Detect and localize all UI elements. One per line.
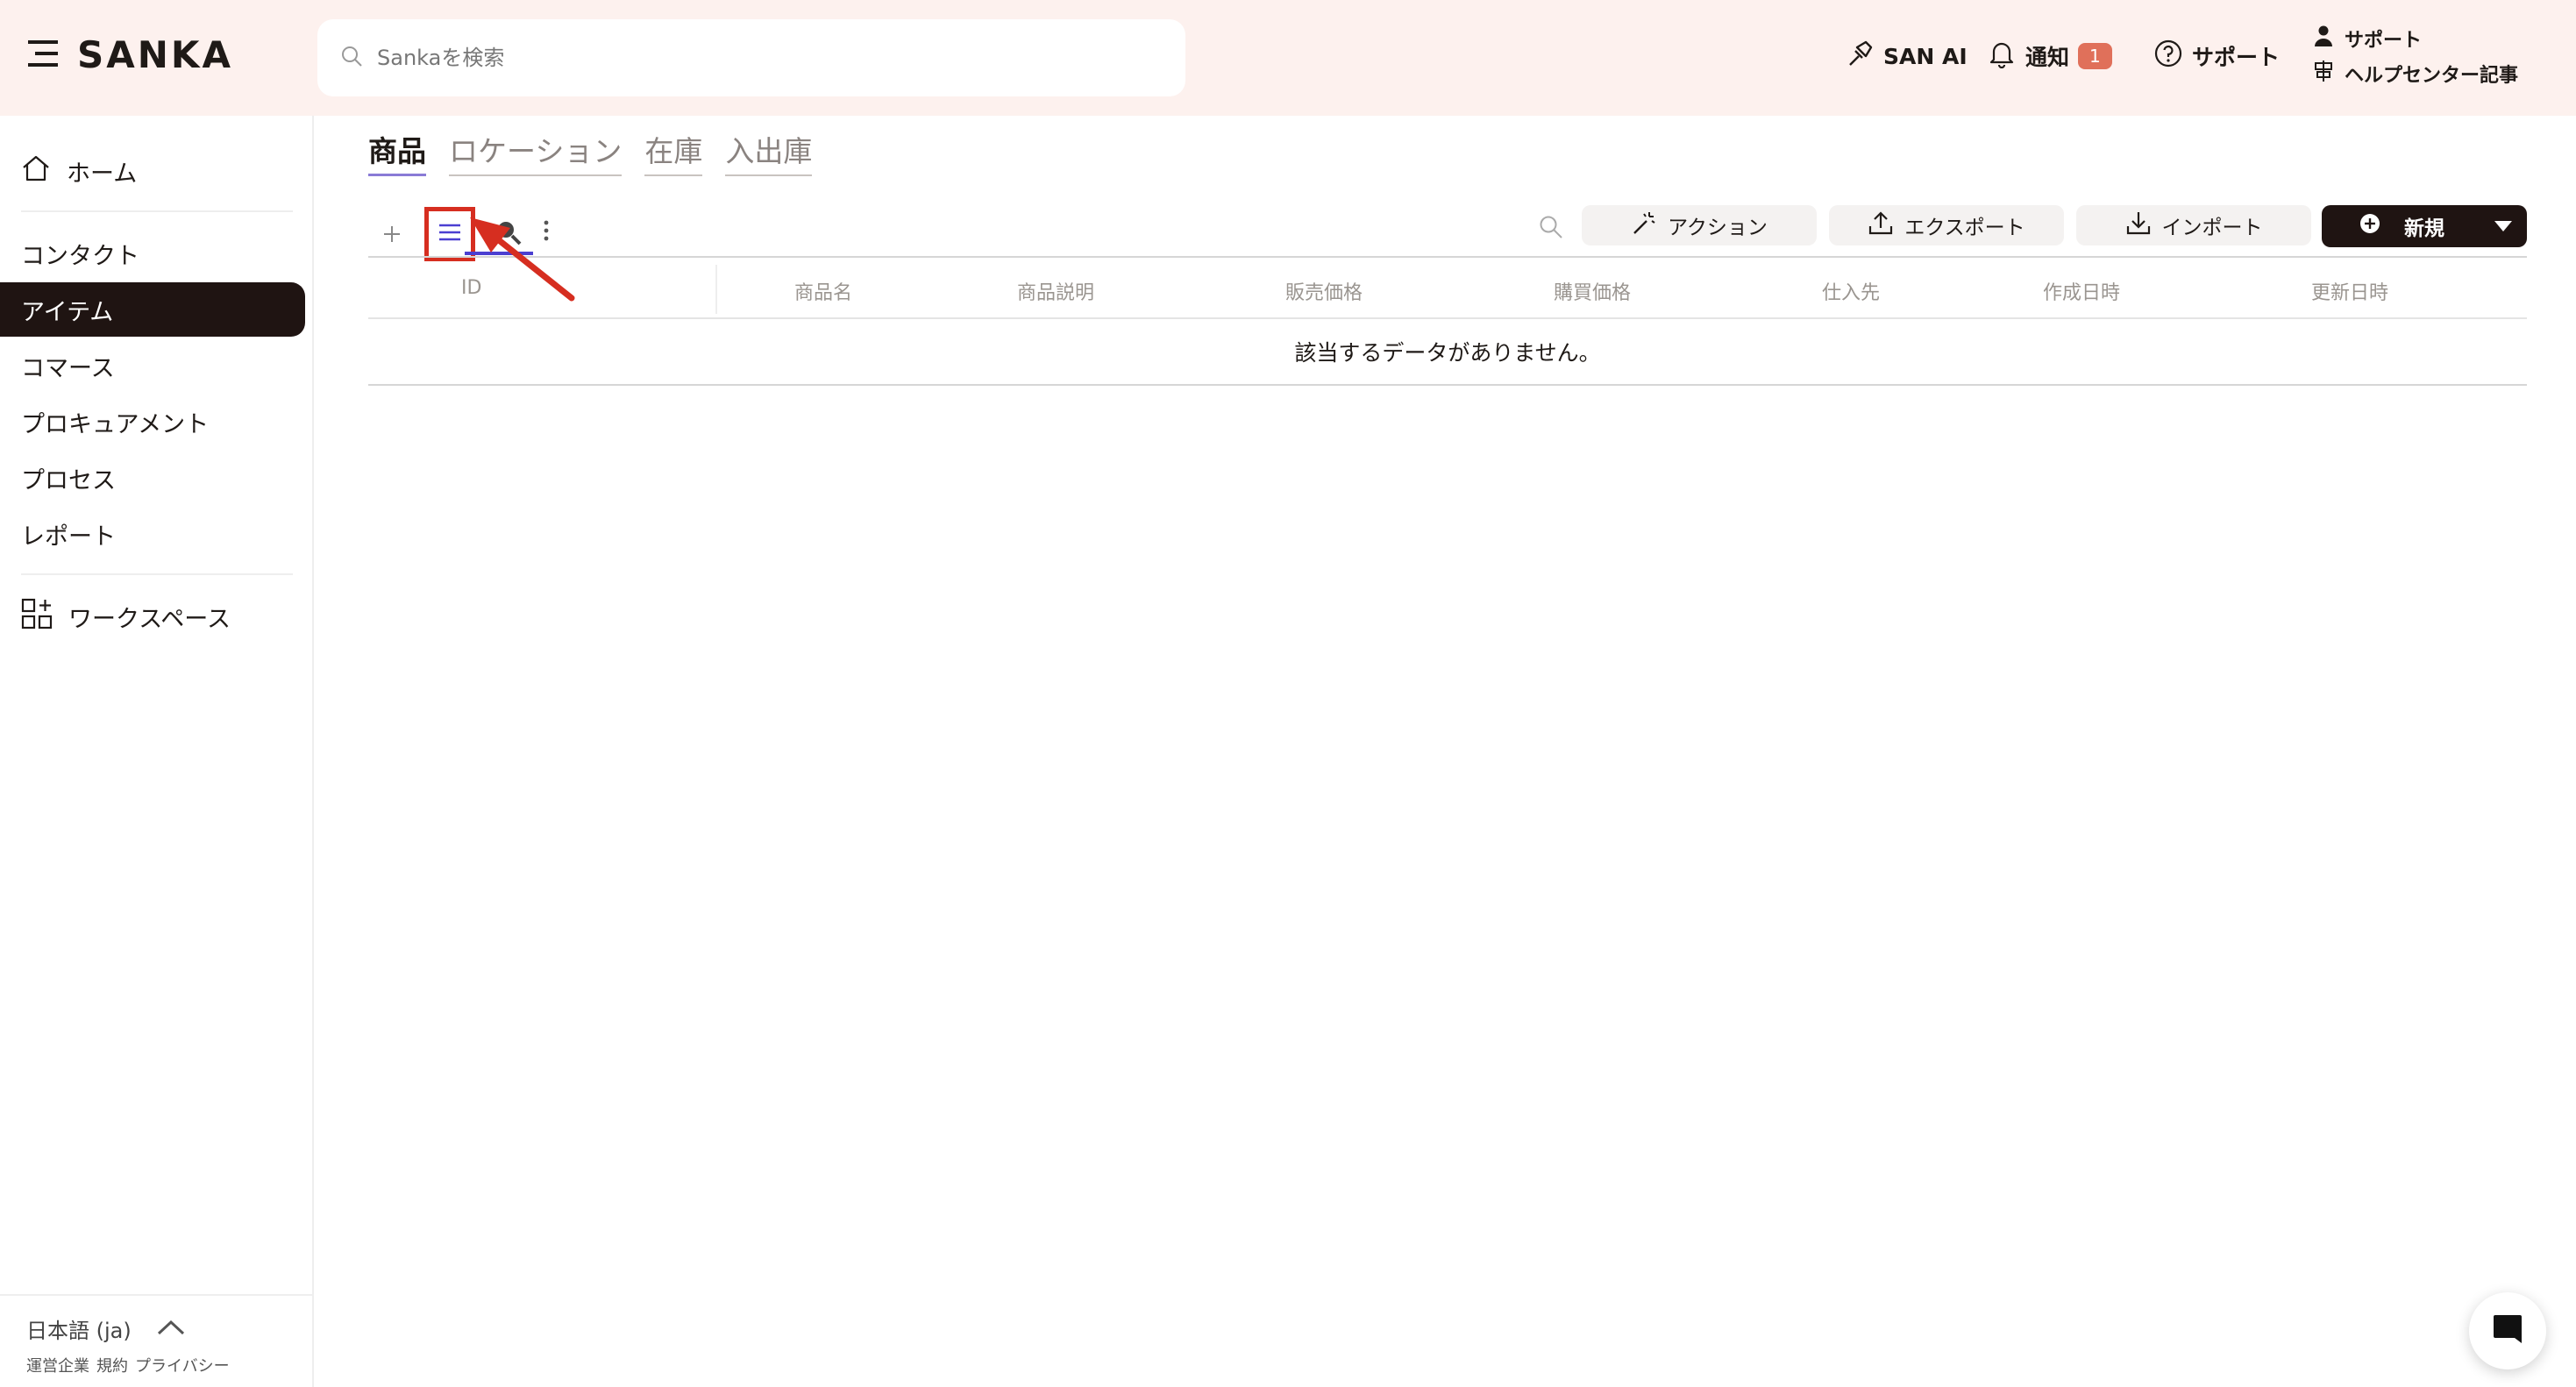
- plus-circle-icon: [2359, 212, 2381, 240]
- help-center-label: ヘルプセンター記事: [2345, 65, 2519, 87]
- list-icon: [438, 222, 462, 246]
- column-header-id[interactable]: ID: [461, 277, 481, 299]
- empty-state-row: 該当するデータがありません。: [368, 319, 2527, 386]
- new-record-main[interactable]: 新規: [2322, 211, 2480, 241]
- chat-bubble-icon: [2490, 1312, 2525, 1350]
- support-button[interactable]: サポート: [2153, 39, 2280, 74]
- sidebar-item-label: コンタクト: [21, 242, 139, 270]
- language-label: 日本語 (ja): [26, 1319, 132, 1343]
- tab-locations[interactable]: ロケーション: [449, 128, 623, 176]
- chevron-up-icon: [156, 1317, 186, 1341]
- export-button[interactable]: エクスポート: [1829, 205, 2064, 245]
- empty-state-message: 該当するデータがありません。: [1294, 340, 1601, 366]
- sidebar-item-label: プロキュアメント: [21, 410, 210, 438]
- help-center-link[interactable]: ヘルプセンター記事: [2313, 60, 2518, 88]
- sidebar-item-home[interactable]: ホーム: [0, 144, 305, 198]
- import-label: インポート: [2161, 217, 2263, 239]
- chat-widget-button[interactable]: [2469, 1292, 2546, 1369]
- new-record-dropdown[interactable]: [2480, 215, 2527, 238]
- new-record-button[interactable]: 新規: [2322, 205, 2527, 247]
- sidebar-item-procurement[interactable]: プロキュアメント: [0, 395, 305, 449]
- caret-down-icon: [2494, 215, 2513, 238]
- sidebar-item-label: コマース: [21, 354, 115, 382]
- action-label: アクション: [1668, 217, 1768, 239]
- column-header-purchase-price[interactable]: 購買価格: [1554, 277, 1631, 305]
- column-separator: [715, 265, 717, 314]
- footer-link-terms[interactable]: 規約: [96, 1354, 128, 1376]
- support-label: サポート: [2192, 45, 2281, 70]
- person-icon: [2313, 25, 2334, 53]
- brand[interactable]: SANKA: [26, 33, 233, 76]
- footer-links: 運営企業 規約 プライバシー: [26, 1354, 230, 1376]
- active-view-indicator: [465, 252, 533, 255]
- search-icon: [340, 45, 363, 71]
- sidebar: ホーム コンタクト アイテム コマース プロキュアメント プロセス レポート ワ…: [0, 116, 314, 1387]
- sidebar-item-contacts[interactable]: コンタクト: [0, 226, 305, 281]
- notifications-button[interactable]: 通知 1: [1987, 39, 2112, 74]
- upload-icon: [1868, 210, 1894, 241]
- sidebar-item-items[interactable]: アイテム: [0, 282, 305, 337]
- column-header-updated-at[interactable]: 更新日時: [2311, 277, 2388, 305]
- column-header-supplier[interactable]: 仕入先: [1822, 277, 1880, 305]
- magic-pin-icon: [1845, 39, 1875, 74]
- sidebar-item-label: アイテム: [21, 298, 114, 326]
- table-search-icon[interactable]: [1538, 214, 1564, 244]
- global-search-input[interactable]: [377, 46, 1131, 70]
- more-options-icon[interactable]: [542, 218, 551, 250]
- sidebar-item-label: プロセス: [21, 466, 116, 494]
- sidebar-item-label: レポート: [21, 523, 116, 551]
- export-label: エクスポート: [1904, 217, 2025, 239]
- download-icon: [2125, 210, 2152, 241]
- apps-grid-icon: [21, 598, 53, 636]
- sidebar-item-workspace[interactable]: ワークスペース: [0, 589, 305, 644]
- sidebar-footer: 日本語 (ja) 運営企業 規約 プライバシー: [0, 1294, 312, 1387]
- table-header: ID 商品名 商品説明 販売価格 購買価格 仕入先 作成日時 更新日時: [368, 258, 2527, 319]
- sidebar-item-reports[interactable]: レポート: [0, 507, 305, 561]
- san-ai-button[interactable]: SAN AI: [1845, 39, 1968, 74]
- notifications-label: 通知: [2025, 45, 2070, 70]
- module-tabs: 商品 ロケーション 在庫 入出庫: [368, 128, 813, 176]
- support-link-label: サポート: [2345, 30, 2423, 52]
- sidebar-divider: [21, 573, 293, 575]
- global-search[interactable]: [317, 19, 1185, 96]
- help-circle-icon: [2153, 39, 2183, 74]
- language-selector[interactable]: 日本語 (ja): [26, 1313, 186, 1344]
- magic-wand-icon: [1631, 210, 1657, 241]
- tab-inventory[interactable]: 在庫: [644, 128, 703, 176]
- action-button[interactable]: アクション: [1582, 205, 1817, 245]
- sidebar-item-commerce[interactable]: コマース: [0, 338, 305, 393]
- notification-count-badge: 1: [2078, 43, 2112, 69]
- signpost-icon: [2313, 60, 2334, 88]
- import-button[interactable]: インポート: [2076, 205, 2311, 245]
- column-header-description[interactable]: 商品説明: [1017, 277, 1094, 305]
- footer-link-company[interactable]: 運営企業: [26, 1354, 89, 1376]
- sidebar-item-process[interactable]: プロセス: [0, 451, 305, 505]
- column-header-created-at[interactable]: 作成日時: [2043, 277, 2120, 305]
- new-record-label: 新規: [2404, 217, 2444, 240]
- tab-products[interactable]: 商品: [368, 128, 426, 176]
- bell-icon: [1987, 39, 2017, 74]
- brand-logo-text: SANKA: [77, 33, 233, 76]
- view-search-icon[interactable]: [495, 218, 523, 250]
- column-header-sale-price[interactable]: 販売価格: [1285, 277, 1363, 305]
- san-ai-label: SAN AI: [1883, 43, 1968, 69]
- column-header-name[interactable]: 商品名: [794, 277, 852, 305]
- menu-icon[interactable]: [26, 38, 61, 73]
- sidebar-divider: [21, 210, 293, 212]
- footer-link-privacy[interactable]: プライバシー: [135, 1354, 230, 1376]
- support-links: サポート ヘルプセンター記事: [2313, 25, 2518, 88]
- sidebar-item-label: ホーム: [67, 160, 138, 188]
- top-header: SANKA SAN AI 通知 1 サポート サポート: [0, 0, 2576, 116]
- home-icon: [21, 154, 51, 188]
- add-view-button[interactable]: [379, 217, 405, 251]
- sidebar-item-label: ワークスペース: [68, 605, 231, 633]
- tab-stock-movements[interactable]: 入出庫: [725, 128, 813, 176]
- support-link[interactable]: サポート: [2313, 25, 2518, 53]
